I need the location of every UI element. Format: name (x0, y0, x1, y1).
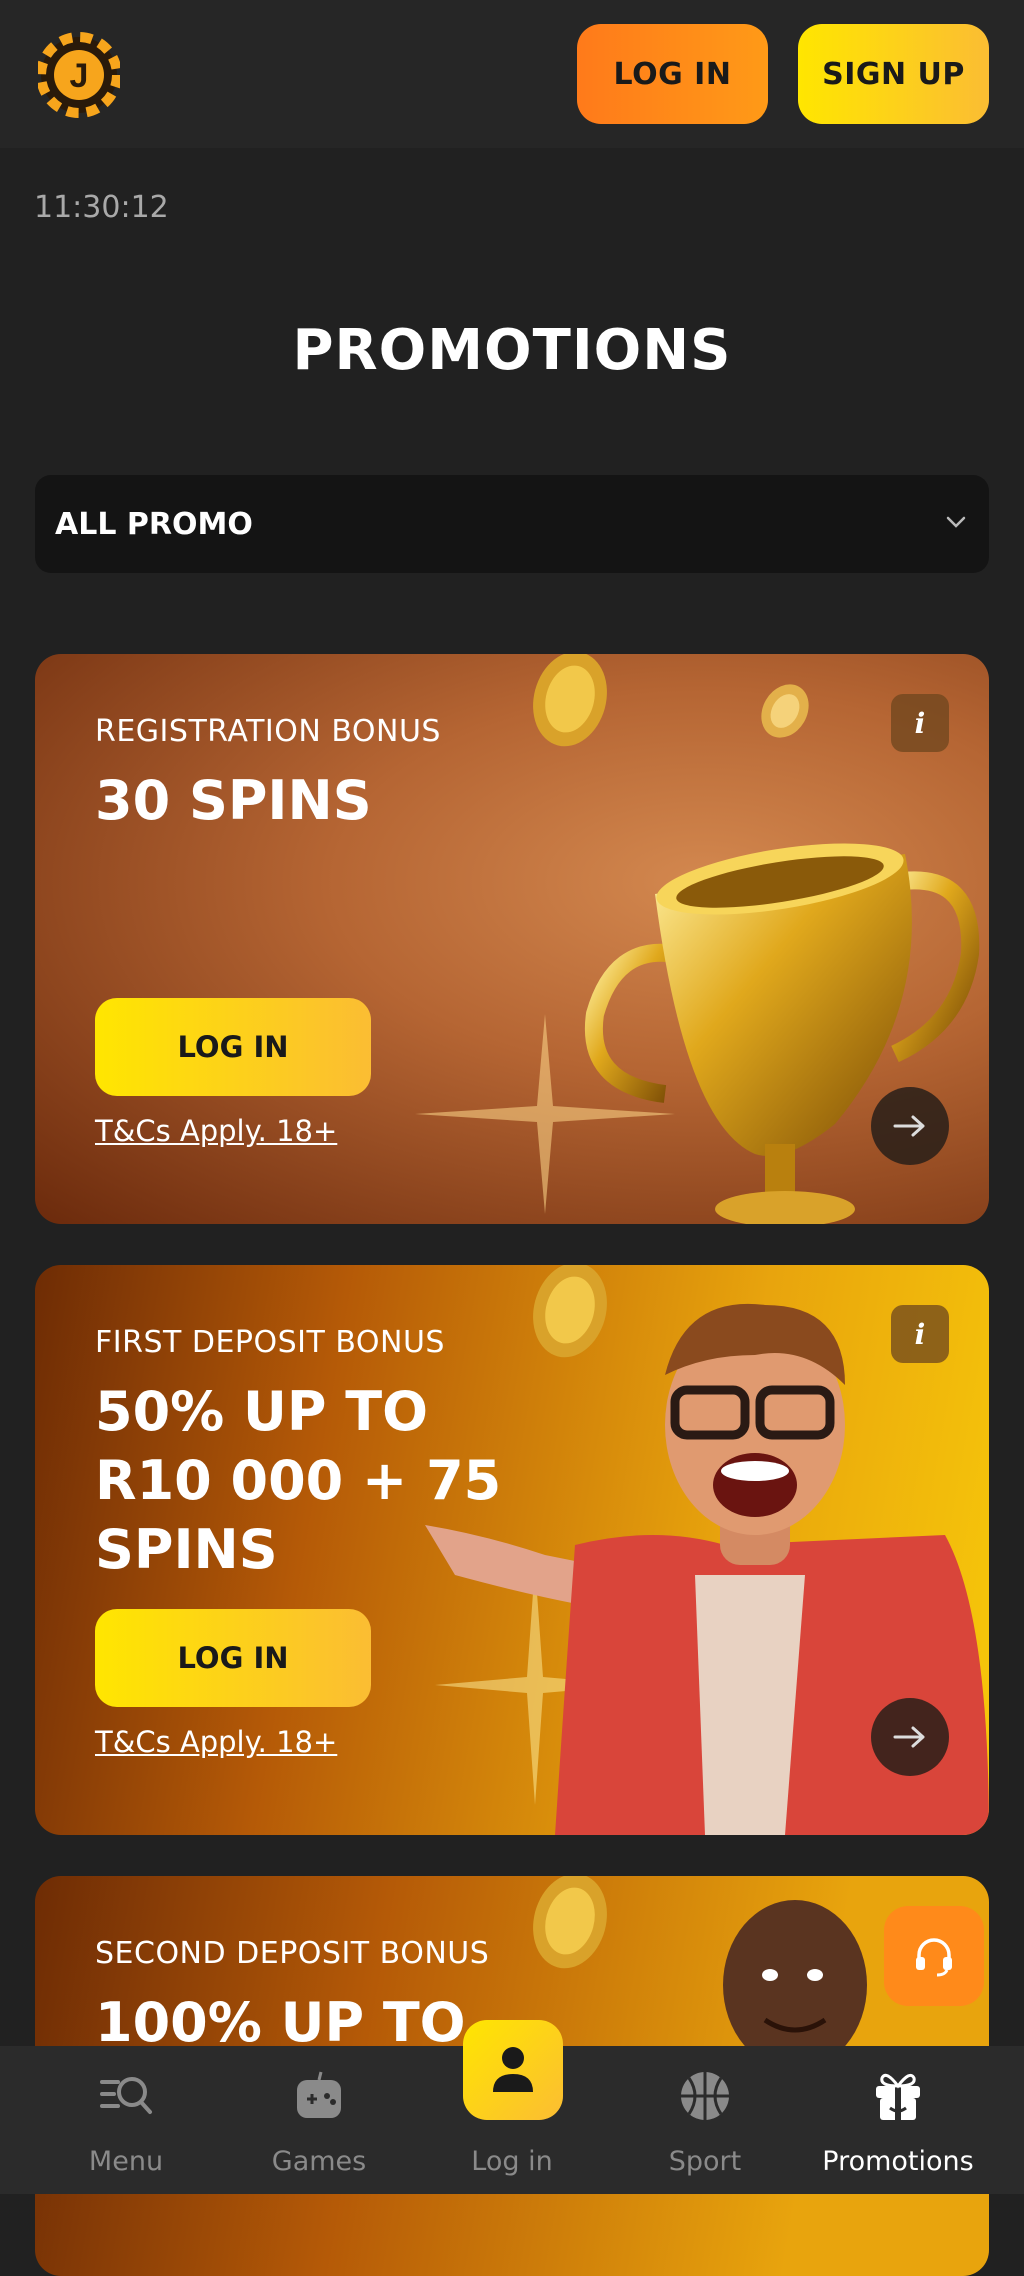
sparkle-icon (415, 1014, 675, 1214)
promo-subtitle: FIRST DEPOSIT BONUS (95, 1325, 445, 1360)
nav-item-games[interactable]: Games (219, 2046, 419, 2194)
terms-link[interactable]: T&Cs Apply. 18+ (95, 1725, 337, 1759)
promo-filter-value: ALL PROMO (55, 507, 253, 542)
coin-icon (533, 1265, 607, 1358)
top-header: J LOG IN SIGN UP (0, 0, 1024, 148)
nav-item-sport[interactable]: Sport (605, 2046, 805, 2194)
sparkle-icon (435, 1565, 635, 1805)
promo-card-first-deposit[interactable]: FIRST DEPOSIT BONUS 50% UP TO R10 000 + … (35, 1265, 989, 1835)
nav-label-login: Log in (471, 2146, 553, 2177)
promo-subtitle: SECOND DEPOSIT BONUS (95, 1936, 490, 1971)
support-chat-button[interactable] (884, 1906, 984, 2006)
header-login-button[interactable]: LOG IN (577, 24, 768, 124)
trophy-icon (584, 843, 980, 1224)
info-icon[interactable]: i (891, 1305, 949, 1363)
smiling-man-illustration (723, 1900, 867, 2060)
terms-link[interactable]: T&Cs Apply. 18+ (95, 1114, 337, 1148)
promo-title: 30 SPINS (95, 769, 372, 832)
brand-logo-icon[interactable]: J (38, 30, 120, 120)
menu-search-icon (100, 2077, 152, 2114)
header-signup-button[interactable]: SIGN UP (798, 24, 989, 124)
nav-item-promotions[interactable]: Promotions (798, 2046, 998, 2194)
gamepad-icon (297, 2071, 341, 2118)
svg-text:J: J (70, 57, 89, 95)
promo-login-button[interactable]: LOG IN (95, 998, 371, 1096)
promo-subtitle: REGISTRATION BONUS (95, 714, 441, 749)
user-icon (493, 2047, 533, 2092)
arrow-right-icon[interactable] (871, 1698, 949, 1776)
nav-label-promotions: Promotions (822, 2146, 974, 2177)
nav-label-menu: Menu (88, 2146, 164, 2177)
page-title: PROMOTIONS (292, 318, 732, 383)
promo-filter-select[interactable]: ALL PROMO (35, 475, 989, 573)
nav-item-menu[interactable]: Menu (26, 2046, 226, 2194)
nav-login-center-button[interactable] (463, 2020, 563, 2120)
basketball-icon (681, 2072, 729, 2120)
promo-title: 50% UP TO R10 000 + 75 SPINS (95, 1380, 502, 1581)
arrow-right-icon[interactable] (871, 1087, 949, 1165)
clock-time: 11:30:12 (34, 190, 169, 225)
coin-icon (533, 654, 607, 747)
nav-label-sport: Sport (668, 2146, 742, 2177)
info-icon[interactable]: i (891, 694, 949, 752)
gift-icon (876, 2073, 920, 2120)
nav-label-games: Games (271, 2146, 367, 2177)
chevron-down-icon (946, 516, 966, 528)
promo-login-button[interactable]: LOG IN (95, 1609, 371, 1707)
headset-icon (916, 1938, 952, 1977)
promo-card-registration[interactable]: REGISTRATION BONUS 30 SPINS LOG IN T&Cs … (35, 654, 989, 1224)
coin-icon (533, 1876, 607, 1969)
coin-icon (761, 684, 809, 738)
